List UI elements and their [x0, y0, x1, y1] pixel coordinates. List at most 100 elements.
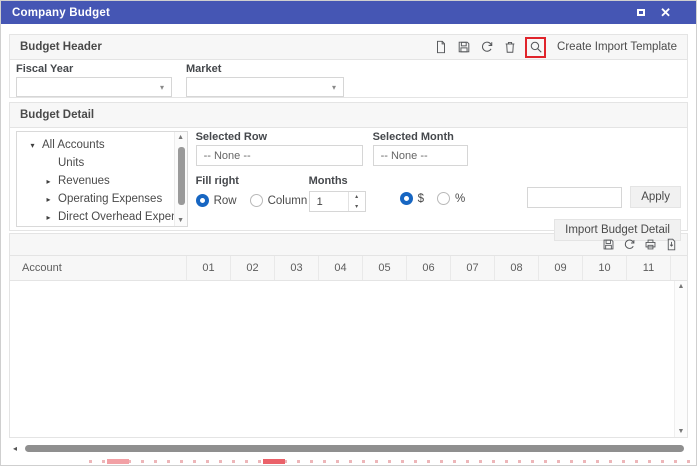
spinner-up-icon[interactable]: ▴: [349, 192, 365, 202]
radio-selected-icon: [400, 192, 413, 205]
fill-right-row-radio[interactable]: Row: [196, 194, 237, 207]
column-header-month-03[interactable]: 03: [275, 256, 319, 280]
fill-right-group: Fill right Row Column: [196, 171, 309, 207]
column-header-month-05[interactable]: 05: [363, 256, 407, 280]
export-icon[interactable]: [664, 237, 679, 252]
fill-right-label: Fill right: [196, 175, 239, 187]
tree-item[interactable]: ▾All Accounts: [17, 136, 173, 154]
column-header-month-06[interactable]: 06: [407, 256, 451, 280]
budget-header-title: Budget Header: [20, 41, 102, 53]
bottom-edge-artifact: [89, 460, 693, 463]
window-controls: ✕: [637, 6, 671, 19]
chevron-down-icon: ▾: [332, 83, 336, 92]
save-icon[interactable]: [601, 237, 616, 252]
dollar-radio[interactable]: $: [400, 192, 424, 205]
column-header-month-10[interactable]: 10: [583, 256, 627, 280]
budget-detail-panel: Budget Detail ▾All AccountsUnits▸Revenue…: [9, 102, 688, 231]
horizontal-scroll-thumb[interactable]: [25, 445, 684, 452]
budget-header-toolbar: Create Import Template: [433, 37, 677, 58]
close-icon: ✕: [660, 5, 671, 20]
grid-vertical-scrollbar[interactable]: ▲ ▼: [674, 281, 687, 437]
months-input[interactable]: [310, 192, 344, 211]
budget-detail-body: ▾All AccountsUnits▸Revenues▸Operating Ex…: [10, 128, 687, 230]
tree-scrollbar[interactable]: ▲ ▼: [174, 132, 187, 226]
column-header-month-11[interactable]: 11: [627, 256, 671, 280]
fill-value-input[interactable]: [527, 187, 622, 208]
budget-detail-title: Budget Detail: [20, 109, 94, 121]
column-header-month-02[interactable]: 02: [231, 256, 275, 280]
column-header-month-08[interactable]: 08: [495, 256, 539, 280]
delete-icon[interactable]: [502, 40, 517, 55]
column-header-account[interactable]: Account: [10, 256, 187, 280]
search-icon-highlight: [525, 37, 546, 58]
market-label: Market: [186, 63, 344, 75]
tree-scroll-thumb[interactable]: [178, 147, 185, 205]
tree-item[interactable]: Indirect Overhead Expenses: [17, 226, 173, 227]
maximize-button[interactable]: [637, 9, 645, 16]
fiscal-year-label: Fiscal Year: [16, 63, 172, 75]
selected-row-label: Selected Row: [196, 131, 363, 143]
grid-horizontal-scrollbar[interactable]: ◂: [9, 443, 688, 453]
radio-label: %: [455, 193, 465, 205]
radio-label: Row: [214, 195, 237, 207]
close-button[interactable]: ✕: [660, 6, 671, 19]
scroll-down-icon[interactable]: ▼: [175, 217, 187, 224]
refresh-icon[interactable]: [479, 40, 494, 55]
chevron-right-icon[interactable]: ▸: [42, 195, 55, 204]
tree-item[interactable]: ▸Revenues: [17, 172, 173, 190]
tree-item[interactable]: ▸Direct Overhead Expenses: [17, 208, 173, 226]
spinner-down-icon[interactable]: ▾: [349, 202, 365, 212]
import-budget-detail-button[interactable]: Import Budget Detail: [554, 219, 681, 241]
window-body: Budget Header: [1, 24, 696, 453]
refresh-icon[interactable]: [622, 237, 637, 252]
tree-items-host: ▾All AccountsUnits▸Revenues▸Operating Ex…: [17, 136, 173, 227]
scroll-left-icon[interactable]: ◂: [13, 444, 25, 453]
months-label: Months: [309, 175, 348, 187]
bottom-edge-artifact: [107, 459, 129, 464]
scroll-up-icon[interactable]: ▲: [675, 283, 687, 290]
column-header-month-04[interactable]: 04: [319, 256, 363, 280]
months-spinner: ▴ ▾: [309, 191, 366, 212]
chevron-down-icon[interactable]: ▾: [26, 141, 39, 150]
create-import-template-link[interactable]: Create Import Template: [557, 41, 677, 53]
chevron-down-icon: ▾: [160, 83, 164, 92]
tree-item-label: Revenues: [58, 175, 110, 187]
apply-button[interactable]: Apply: [630, 186, 681, 208]
unit-group: $ %: [400, 171, 479, 205]
budget-header-panel: Budget Header: [9, 34, 688, 98]
selected-row-field: Selected Row: [196, 131, 363, 166]
percent-radio[interactable]: %: [437, 192, 465, 205]
column-header-month-12[interactable]: 12: [671, 256, 688, 280]
radio-unselected-icon: [250, 194, 263, 207]
print-icon[interactable]: [643, 237, 658, 252]
bottom-edge-artifact: [263, 459, 285, 464]
grid-header-row: Account010203040506070809101112: [9, 256, 688, 281]
scroll-down-icon[interactable]: ▼: [675, 428, 687, 435]
tree-item-label: All Accounts: [42, 139, 105, 151]
tree-item-label: Operating Expenses: [58, 193, 162, 205]
scroll-up-icon[interactable]: ▲: [175, 134, 187, 141]
titlebar: Company Budget ✕: [1, 1, 696, 24]
chevron-right-icon[interactable]: ▸: [42, 177, 55, 186]
new-document-icon[interactable]: [433, 40, 448, 55]
tree-item[interactable]: Units: [17, 154, 173, 172]
fiscal-year-select[interactable]: ▾: [16, 77, 172, 97]
chevron-right-icon[interactable]: ▸: [42, 213, 55, 222]
market-select[interactable]: ▾: [186, 77, 344, 97]
radio-selected-icon: [196, 194, 209, 207]
budget-header-titlebar: Budget Header: [10, 35, 687, 60]
save-icon[interactable]: [456, 40, 471, 55]
column-header-month-09[interactable]: 09: [539, 256, 583, 280]
account-tree: ▾All AccountsUnits▸Revenues▸Operating Ex…: [16, 131, 188, 227]
column-header-month-07[interactable]: 07: [451, 256, 495, 280]
column-header-month-01[interactable]: 01: [187, 256, 231, 280]
selected-month-input[interactable]: [373, 145, 468, 166]
search-icon[interactable]: [528, 40, 543, 55]
selected-row-input[interactable]: [196, 145, 363, 166]
tree-item[interactable]: ▸Operating Expenses: [17, 190, 173, 208]
radio-label: $: [418, 193, 424, 205]
spinner-buttons: ▴ ▾: [348, 192, 365, 211]
tree-item-label: Direct Overhead Expenses: [58, 211, 188, 223]
fill-right-column-radio[interactable]: Column: [250, 194, 308, 207]
radio-label: Column: [268, 195, 308, 207]
